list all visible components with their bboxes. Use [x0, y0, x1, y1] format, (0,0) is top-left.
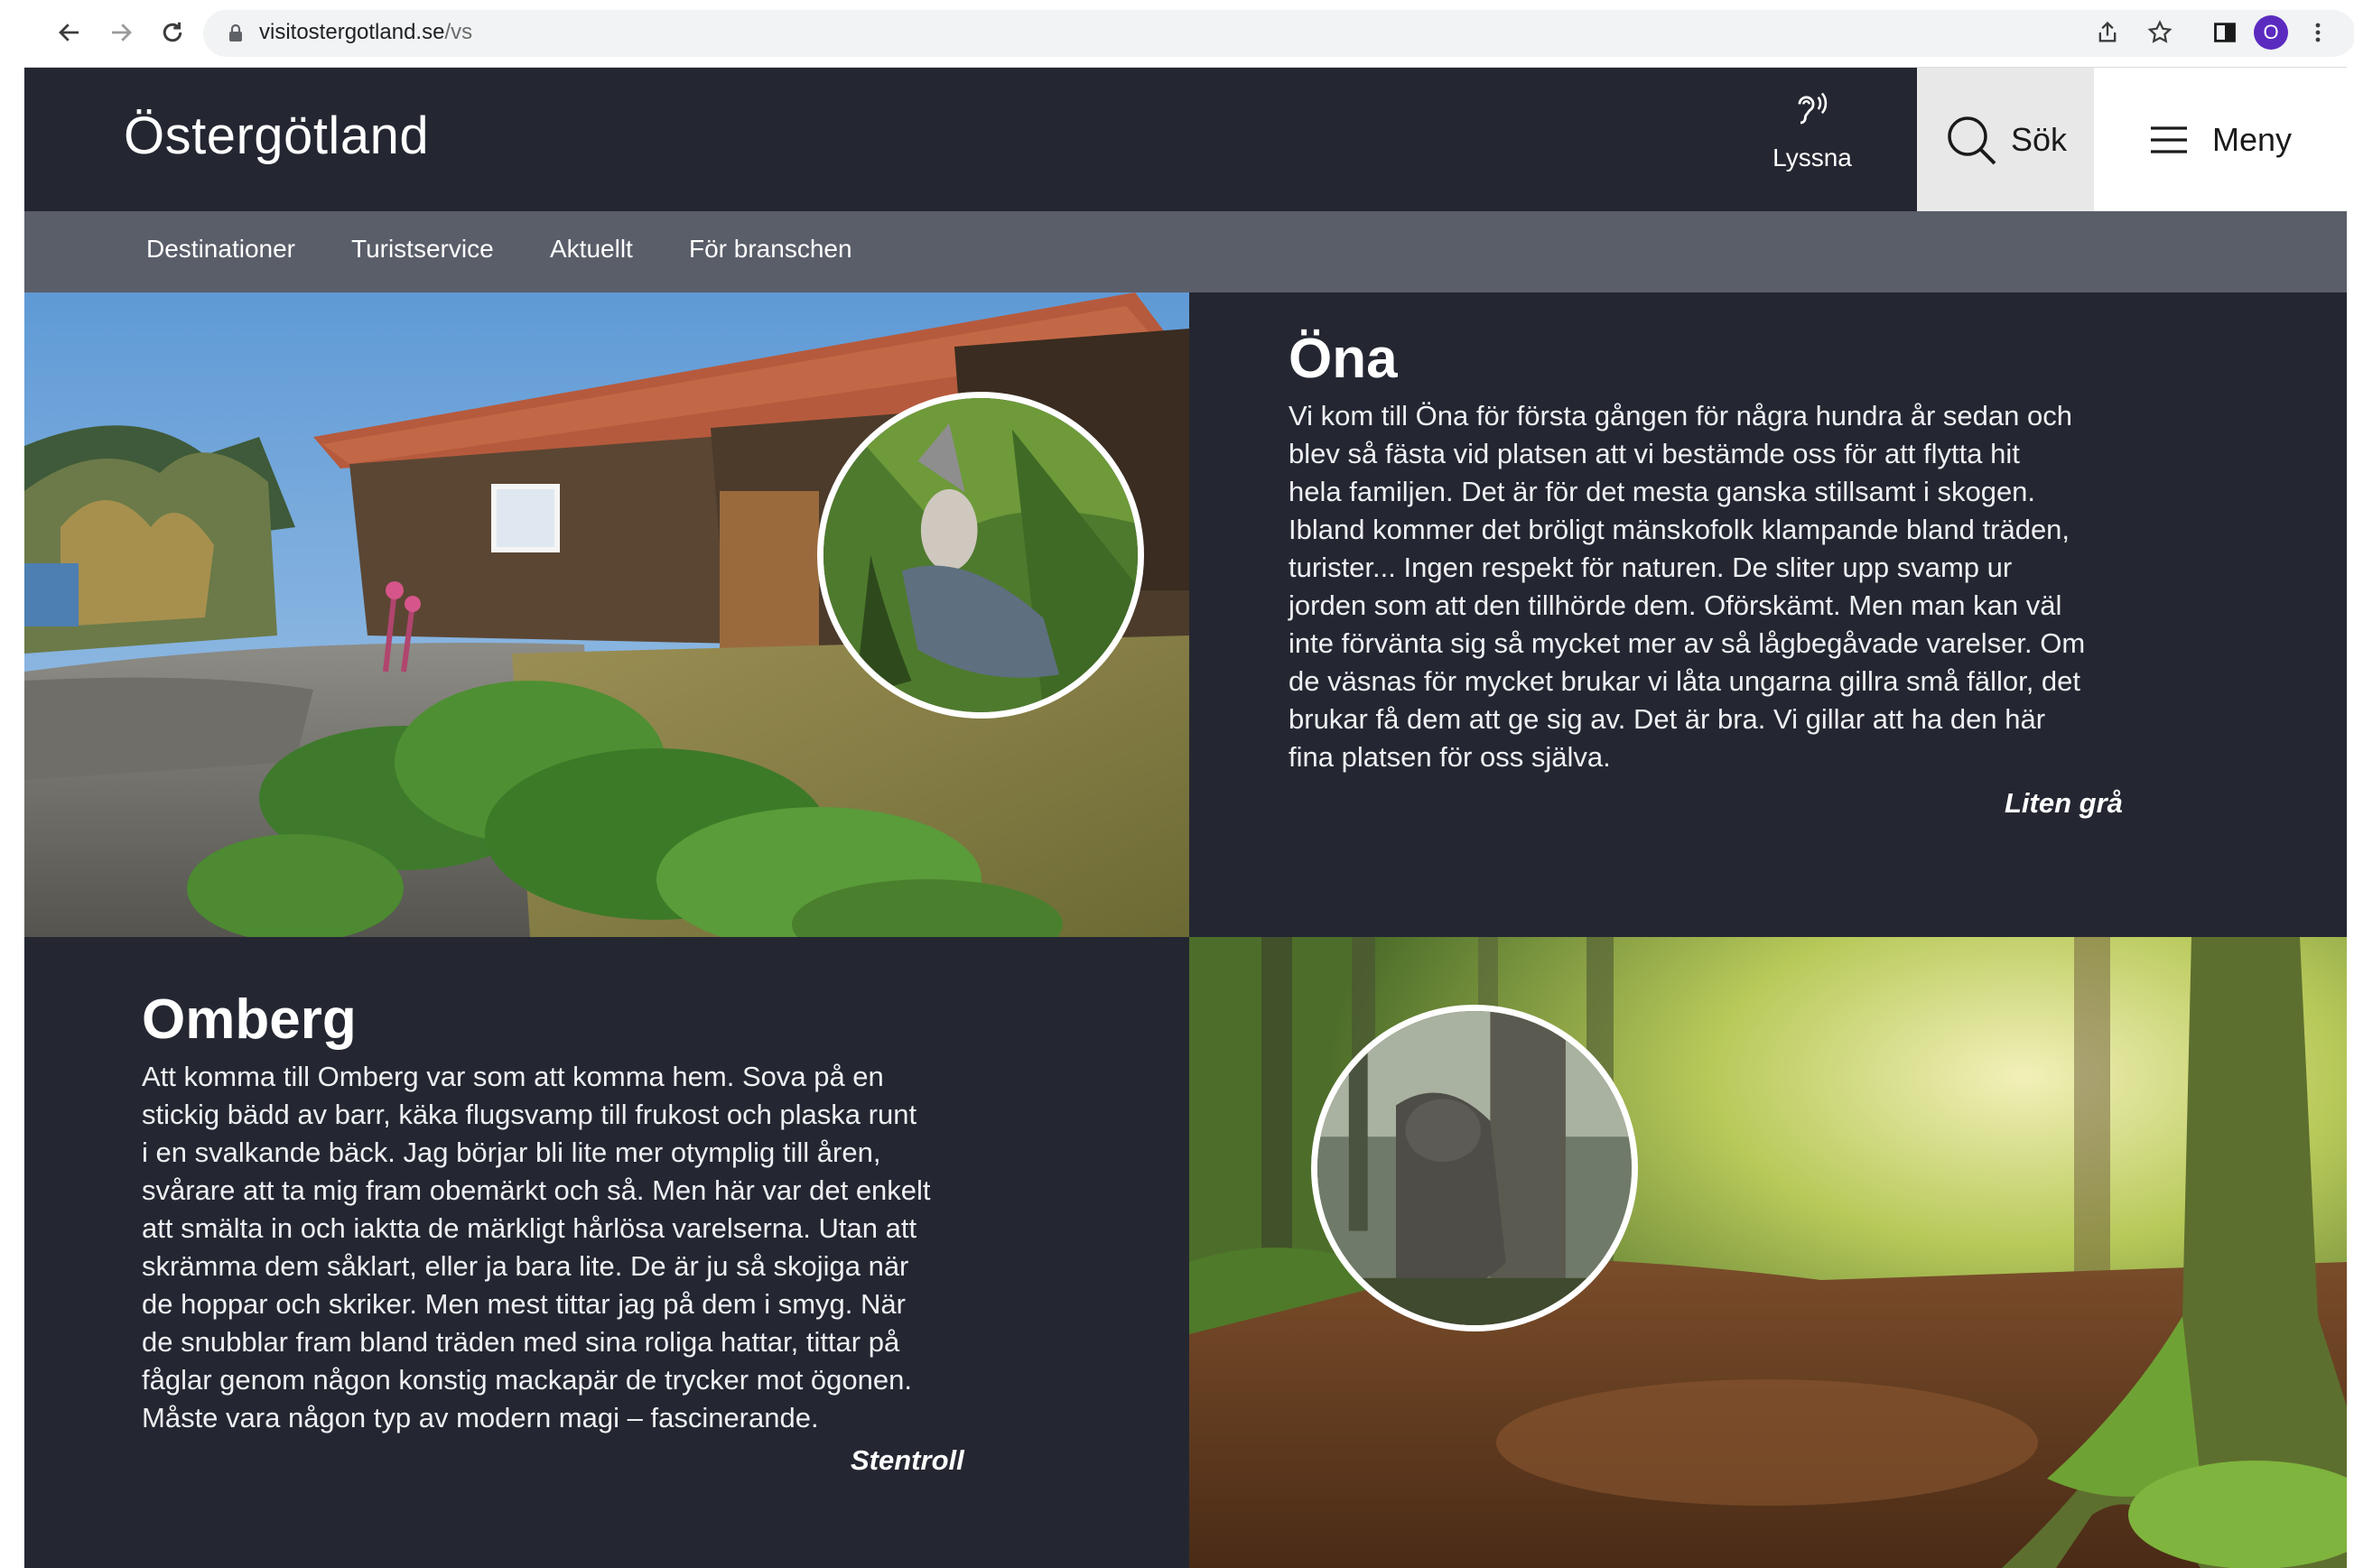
- section-body: Vi kom till Öna för första gången för nå…: [1289, 397, 2191, 776]
- body-line: Ibland kommer det bröligt mänskofolk kla…: [1289, 514, 2070, 546]
- body-line: hela familjen. Det är för det mesta gans…: [1289, 476, 2036, 508]
- body-line: Vi kom till Öna för första gången för nå…: [1289, 400, 2072, 432]
- body-line: inte förvänta sig så mycket mer av så lå…: [1289, 627, 2086, 660]
- body-line: blev så fästa vid platsen att vi bestämd…: [1289, 438, 2020, 470]
- url-domain: visitostergotland.se: [259, 20, 445, 44]
- body-line: turister... Ingen respekt för naturen. D…: [1289, 552, 2013, 584]
- section-title: Öna: [1289, 328, 1398, 390]
- nav-item-aktuellt[interactable]: Aktuellt: [550, 235, 633, 264]
- hamburger-icon: [2150, 125, 2187, 153]
- cabin-photo: [24, 292, 1189, 937]
- search-icon: [1948, 116, 1996, 164]
- star-icon[interactable]: [2145, 14, 2175, 51]
- body-line: att smälta in och iaktta de märkligt hår…: [142, 1212, 917, 1245]
- ear-icon: [1798, 92, 1828, 125]
- browser-window: visitostergotland.se/vs O Östergötland L…: [24, 0, 2354, 1568]
- body-line: brukar få dem att ge sig av. Det är bra.…: [1289, 703, 2046, 736]
- stone-troll-portrait: [1311, 1005, 1638, 1331]
- body-line: de hoppar och skriker. Men mest tittar j…: [142, 1288, 906, 1321]
- nav-item-destinationer[interactable]: Destinationer: [146, 235, 295, 264]
- signature-liten-gra: Liten grå: [2005, 787, 2123, 819]
- body-line: fåglar genom någon konstig mackapär de t…: [142, 1364, 912, 1396]
- listen-button[interactable]: Lyssna: [1758, 88, 1866, 187]
- section-body: Att komma till Omberg var som att komma …: [142, 1058, 1045, 1437]
- secondary-nav: Destinationer Turistservice Aktuellt För…: [24, 211, 2347, 292]
- menu-button[interactable]: Meny: [2094, 68, 2347, 211]
- url-text: visitostergotland.se/vs: [259, 20, 472, 45]
- nav-item-for-branschen[interactable]: För branschen: [689, 235, 852, 264]
- body-line: jorden som att den tillhörde dem. Oförsk…: [1289, 589, 2062, 622]
- profile-avatar[interactable]: O: [2253, 14, 2289, 51]
- reload-icon[interactable]: [154, 14, 191, 51]
- search-button[interactable]: Sök: [1917, 68, 2094, 211]
- forest-photo: [1189, 937, 2347, 1568]
- nav-item-turistservice[interactable]: Turistservice: [351, 235, 494, 264]
- profile-initial: O: [2254, 15, 2288, 50]
- body-line: skrämma dem såklart, eller ja bara lite.…: [142, 1250, 909, 1283]
- body-line: Att komma till Omberg var som att komma …: [142, 1061, 884, 1093]
- lock-icon: [229, 23, 242, 42]
- main-content: Öna Vi kom till Öna för första gången fö…: [24, 292, 2347, 1568]
- share-icon[interactable]: [2092, 14, 2123, 51]
- body-line: fina platsen för oss själva.: [1289, 741, 1611, 774]
- body-line: de snubblar fram bland träden med sina r…: [142, 1326, 900, 1359]
- section-omberg: Omberg Att komma till Omberg var som att…: [142, 988, 1045, 1437]
- site-header: Östergötland Lyssna Sök Meny: [24, 68, 2347, 211]
- back-icon[interactable]: [51, 14, 88, 51]
- body-line: svårare att ta mig fram obemärkt och så.…: [142, 1174, 931, 1207]
- section-title: Omberg: [142, 988, 357, 1051]
- browser-toolbar: visitostergotland.se/vs O: [24, 0, 2354, 68]
- section-ona: Öna Vi kom till Öna för första gången fö…: [1289, 328, 2191, 776]
- signature-stentroll: Stentroll: [851, 1444, 964, 1476]
- forward-icon[interactable]: [103, 14, 139, 51]
- listen-label: Lyssna: [1772, 144, 1852, 172]
- more-options-icon[interactable]: [2309, 14, 2327, 51]
- url-path: /vs: [444, 20, 473, 44]
- body-line: i en svalkande bäck. Jag börjar bli lite…: [142, 1137, 881, 1169]
- body-line: de väsnas för mycket brukar vi låta unga…: [1289, 665, 2081, 698]
- site-logo[interactable]: Östergötland: [124, 106, 429, 166]
- address-bar[interactable]: visitostergotland.se/vs: [203, 10, 2354, 57]
- side-panel-icon[interactable]: [2210, 14, 2240, 51]
- search-label: Sök: [2010, 120, 2068, 158]
- gnome-portrait: [817, 392, 1144, 719]
- body-line: stickig bädd av barr, käka flugsvamp til…: [142, 1099, 917, 1131]
- menu-label: Meny: [2211, 120, 2293, 158]
- body-line: Måste vara någon typ av modern magi – fa…: [142, 1402, 819, 1434]
